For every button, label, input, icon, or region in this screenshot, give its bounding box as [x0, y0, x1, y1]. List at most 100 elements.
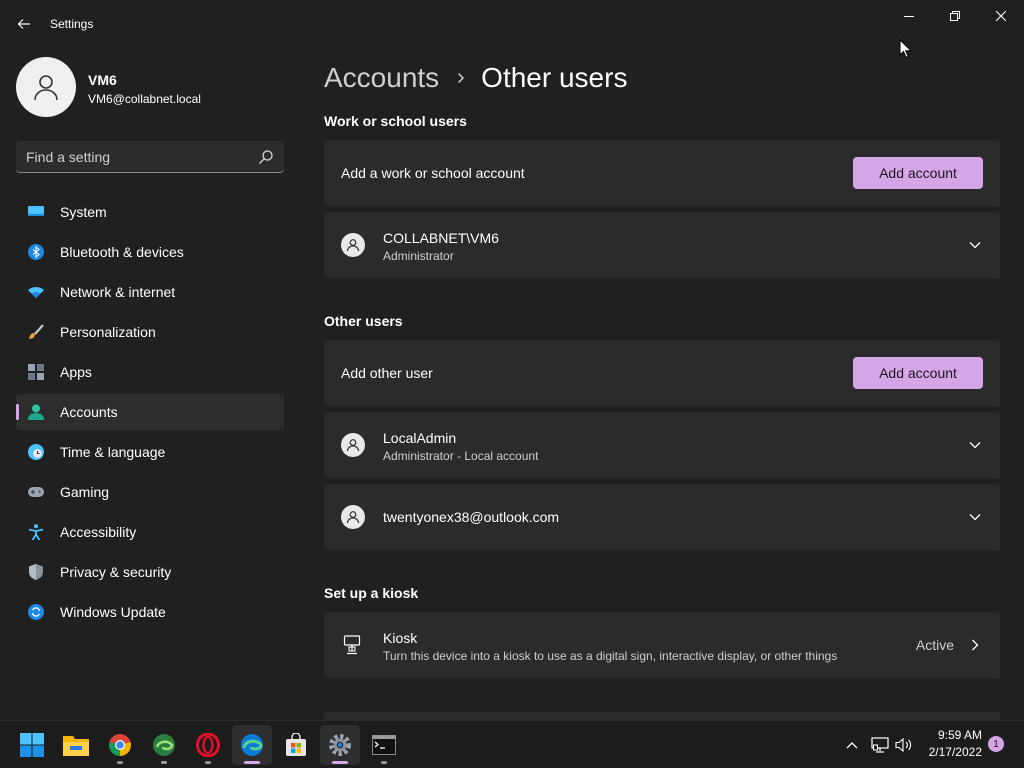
clock-time[interactable]: 9:59 AM	[920, 728, 982, 742]
edge-dev-icon	[153, 734, 175, 756]
kiosk-card[interactable]: Kiosk Turn this device into a kiosk to u…	[324, 612, 1000, 678]
user-card-collabnet-vm6[interactable]: COLLABNET\VM6 Administrator	[324, 212, 1000, 278]
sidebar-item-accounts[interactable]: Accounts	[16, 394, 284, 430]
next-card-edge	[324, 712, 1000, 720]
running-indicator	[161, 761, 167, 764]
sidebar-item-bluetooth[interactable]: Bluetooth & devices	[16, 234, 284, 270]
edge-icon	[241, 734, 263, 756]
accessibility-icon	[28, 524, 44, 540]
taskbar-chrome[interactable]	[100, 725, 140, 765]
chevron-up-icon	[846, 742, 858, 749]
sidebar-item-gaming[interactable]: Gaming	[16, 474, 284, 510]
kiosk-icon	[343, 635, 361, 655]
back-button[interactable]	[12, 12, 36, 36]
section-title-other: Other users	[324, 313, 403, 329]
monitor-icon	[28, 206, 44, 216]
add-work-account-card: Add a work or school account Add account	[324, 140, 1000, 206]
minimize-icon	[904, 16, 914, 17]
search-input[interactable]	[26, 141, 256, 172]
person-icon	[28, 404, 44, 420]
running-indicator	[332, 761, 348, 764]
profile-email: VM6@collabnet.local	[88, 92, 201, 106]
taskbar-opera[interactable]	[188, 725, 228, 765]
sidebar-item-label: Windows Update	[60, 604, 166, 620]
sidebar-nav: System Bluetooth & devices Network & int…	[16, 194, 284, 634]
sidebar-item-label: Gaming	[60, 484, 110, 500]
sidebar-item-privacy[interactable]: Privacy & security	[16, 554, 284, 590]
chrome-icon	[109, 734, 131, 756]
section-title-kiosk: Set up a kiosk	[324, 585, 419, 601]
apps-icon	[28, 364, 44, 380]
profile-avatar[interactable]	[16, 57, 76, 117]
start-button[interactable]	[12, 725, 52, 765]
title-bar: Settings	[0, 0, 1024, 48]
add-other-user-card: Add other user Add account	[324, 340, 1000, 406]
taskbar-edge-dev[interactable]	[144, 725, 184, 765]
sidebar-item-label: Accounts	[60, 404, 118, 420]
network-tray-button[interactable]	[870, 735, 890, 755]
chevron-right-icon	[458, 72, 465, 84]
taskbar	[0, 720, 1024, 768]
sidebar-item-accessibility[interactable]: Accessibility	[16, 514, 284, 550]
breadcrumb: Accounts Other users	[324, 58, 627, 98]
wifi-icon	[28, 287, 44, 298]
sidebar-item-label: Apps	[60, 364, 92, 380]
clock-date[interactable]: 2/17/2022	[920, 745, 982, 759]
sidebar-item-network[interactable]: Network & internet	[16, 274, 284, 310]
user-name: COLLABNET\VM6	[383, 230, 499, 246]
chevron-down-icon[interactable]	[968, 438, 982, 452]
restore-button[interactable]	[932, 4, 978, 28]
running-indicator	[381, 761, 387, 764]
sidebar-item-label: Accessibility	[60, 524, 137, 540]
section-title-work: Work or school users	[324, 113, 467, 129]
taskbar-store[interactable]	[276, 725, 316, 765]
user-card-outlook[interactable]: twentyonex38@outlook.com	[324, 484, 1000, 550]
restore-icon	[950, 11, 960, 21]
user-name: twentyonex38@outlook.com	[383, 509, 560, 525]
sidebar-item-time-language[interactable]: Time & language	[16, 434, 284, 470]
shield-icon	[29, 564, 43, 580]
close-button[interactable]	[978, 4, 1024, 28]
add-other-user-button[interactable]: Add account	[853, 357, 983, 389]
sidebar-item-label: Privacy & security	[60, 564, 172, 580]
volume-icon	[895, 737, 912, 753]
show-hidden-icons-button[interactable]	[842, 735, 862, 755]
kiosk-description: Turn this device into a kiosk to use as …	[383, 649, 838, 663]
add-work-account-button[interactable]: Add account	[853, 157, 983, 189]
running-indicator	[205, 761, 211, 764]
taskbar-settings[interactable]	[320, 725, 360, 765]
sidebar-item-system[interactable]: System	[16, 194, 284, 230]
taskbar-terminal[interactable]	[364, 725, 404, 765]
taskbar-file-explorer[interactable]	[56, 725, 96, 765]
user-avatar	[341, 233, 365, 257]
minimize-button[interactable]	[886, 4, 932, 28]
sidebar-item-label: Time & language	[60, 444, 166, 460]
opera-icon	[196, 733, 220, 757]
store-icon	[286, 733, 306, 756]
sidebar-item-personalization[interactable]: Personalization	[16, 314, 284, 350]
profile-name: VM6	[88, 72, 117, 88]
bluetooth-icon	[28, 244, 44, 260]
sidebar-item-windows-update[interactable]: Windows Update	[16, 594, 284, 630]
volume-tray-button[interactable]	[894, 735, 914, 755]
search-icon[interactable]	[258, 149, 274, 165]
close-icon	[996, 11, 1006, 21]
user-detail: Administrator - Local account	[383, 449, 539, 463]
chevron-down-icon[interactable]	[968, 238, 982, 252]
search-box[interactable]	[16, 141, 284, 173]
user-detail: Administrator	[383, 249, 454, 263]
person-icon	[346, 511, 360, 524]
chevron-down-icon[interactable]	[968, 510, 982, 524]
kiosk-title: Kiosk	[383, 630, 418, 646]
taskbar-edge[interactable]	[232, 725, 272, 765]
chevron-right-icon[interactable]	[968, 638, 982, 652]
person-icon	[346, 239, 360, 252]
brush-icon	[29, 324, 44, 339]
notification-badge[interactable]: 1	[988, 736, 1004, 752]
user-avatar	[341, 433, 365, 457]
user-card-localadmin[interactable]: LocalAdmin Administrator - Local account	[324, 412, 1000, 478]
sidebar-item-label: Network & internet	[60, 284, 176, 300]
sidebar-item-apps[interactable]: Apps	[16, 354, 284, 390]
breadcrumb-parent[interactable]: Accounts	[324, 62, 439, 94]
running-indicator	[117, 761, 123, 764]
